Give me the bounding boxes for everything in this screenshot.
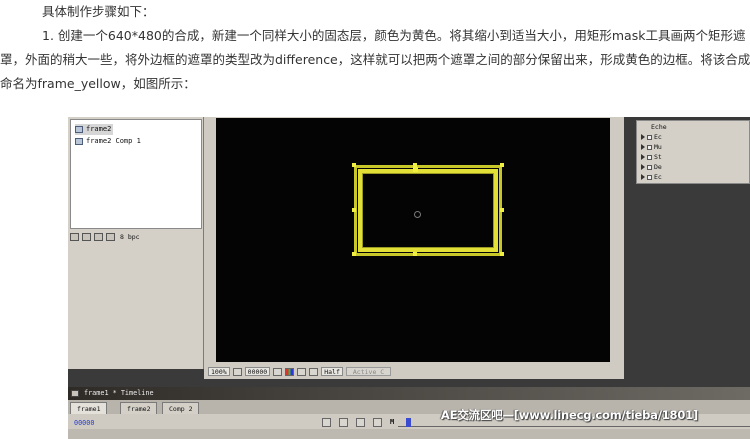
composition-icon [75, 126, 83, 133]
region-of-interest-icon[interactable] [297, 367, 307, 376]
marker-label[interactable]: M [390, 418, 394, 427]
anchor-point-icon[interactable] [414, 211, 421, 218]
effect-folder-icon [647, 144, 652, 150]
tab-frame2[interactable]: frame2 [120, 402, 158, 414]
transparency-grid-icon[interactable] [309, 367, 319, 376]
mask-vertex-handle[interactable] [352, 208, 356, 212]
current-time-indicator[interactable] [406, 418, 411, 427]
effect-category-label: De [654, 163, 662, 171]
mask-vertex-handle[interactable] [413, 252, 417, 256]
timeline-icon [71, 390, 79, 397]
timecode-field[interactable]: 00000 [244, 367, 271, 376]
project-panel: frame2 frame2 Comp 1 8 bpc [68, 117, 204, 369]
project-item[interactable]: frame2 Comp 1 [75, 136, 141, 147]
mask-vertex-handle[interactable] [413, 167, 418, 172]
project-item[interactable]: frame2 [75, 124, 114, 135]
composition-viewer: 100% 00000 Half Active C [204, 117, 624, 379]
new-composition-icon[interactable] [94, 233, 103, 241]
effect-category[interactable]: Ec [641, 172, 662, 182]
viewer-toolbar: 100% 00000 Half Active C [204, 364, 624, 379]
expand-arrow-icon[interactable] [641, 154, 645, 160]
effect-category-label: Ec [654, 133, 662, 141]
draft-3d-icon[interactable] [356, 418, 365, 427]
trash-icon[interactable] [106, 233, 115, 241]
interpret-footage-icon[interactable] [70, 233, 79, 241]
timeline-layer-area [68, 429, 750, 439]
motion-blur-icon[interactable] [373, 418, 382, 427]
tab-frame1[interactable]: frame1 [70, 402, 108, 414]
project-toolbar: 8 bpc [70, 231, 140, 243]
zoom-select[interactable]: 100% [208, 367, 230, 376]
mask-vertex-handle[interactable] [500, 252, 504, 256]
ae-screenshot: frame2 frame2 Comp 1 8 bpc 100% 00000 Ha… [68, 117, 750, 439]
mask-vertex-handle[interactable] [352, 252, 356, 256]
effects-panel: Eche Ec Mu St De Ec [624, 117, 750, 379]
live-update-icon[interactable] [339, 418, 348, 427]
mask-vertex-handle[interactable] [500, 208, 504, 212]
channel-rgb-icon[interactable] [285, 367, 295, 376]
effect-category-label: Mu [654, 143, 662, 151]
inner-mask-outline [362, 173, 494, 248]
effect-folder-icon [647, 154, 652, 160]
expand-arrow-icon[interactable] [641, 174, 645, 180]
mask-vertex-handle[interactable] [500, 163, 504, 167]
project-list: frame2 frame2 Comp 1 [70, 119, 202, 229]
article-paragraph-line: 罩，外面的稍大一些，将外边框的遮罩的类型改为difference，这样就可以把两… [0, 52, 750, 67]
timeline-toolbar: M [322, 418, 394, 427]
article-heading: 具体制作步骤如下： [42, 4, 155, 19]
timeline-title: frame1 * Timeline [84, 389, 154, 397]
comp-mini-flowchart-icon[interactable] [322, 418, 331, 427]
current-time-display[interactable]: 00000 [74, 417, 94, 429]
article-paragraph-line: 1. 创建一个640*480的合成，新建一个同样大小的固态层，颜色为黄色。将其缩… [42, 28, 746, 43]
active-camera-select[interactable]: Active C [345, 367, 392, 376]
effect-folder-icon [647, 134, 652, 140]
expand-arrow-icon[interactable] [641, 164, 645, 170]
tab-comp2[interactable]: Comp 2 [162, 402, 200, 414]
effect-category-label: Ec [654, 173, 662, 181]
article-paragraph-line: 命名为frame_yellow，如图所示： [0, 76, 196, 91]
effect-folder-icon [647, 164, 652, 170]
snapshot-icon[interactable] [273, 367, 283, 376]
mask-vertex-handle[interactable] [352, 163, 356, 167]
new-folder-icon[interactable] [82, 233, 91, 241]
project-item-label: frame2 [86, 125, 112, 133]
effects-list: Eche Ec Mu St De Ec [636, 120, 750, 184]
composition-icon [75, 138, 83, 145]
resolution-select[interactable]: Half [321, 367, 343, 376]
project-item-label: frame2 Comp 1 [86, 137, 141, 145]
timeline-title-bar: frame1 * Timeline [68, 387, 750, 400]
expand-arrow-icon[interactable] [641, 144, 645, 150]
expand-arrow-icon[interactable] [641, 134, 645, 140]
effect-category[interactable]: St [641, 152, 662, 162]
bit-depth-label[interactable]: 8 bpc [120, 233, 140, 241]
watermark: AE交流区吧—[www.linecg.com/tieba/1801] [440, 408, 698, 422]
effect-category[interactable]: Ec [641, 132, 662, 142]
effect-category-label: St [654, 153, 662, 161]
effect-folder-icon [647, 174, 652, 180]
effects-header-label: Eche [651, 123, 667, 131]
safe-zones-icon[interactable] [232, 367, 242, 376]
effect-category[interactable]: De [641, 162, 662, 172]
effect-category[interactable]: Mu [641, 142, 662, 152]
composition-canvas[interactable] [216, 118, 610, 362]
effects-header: Eche [651, 122, 667, 132]
